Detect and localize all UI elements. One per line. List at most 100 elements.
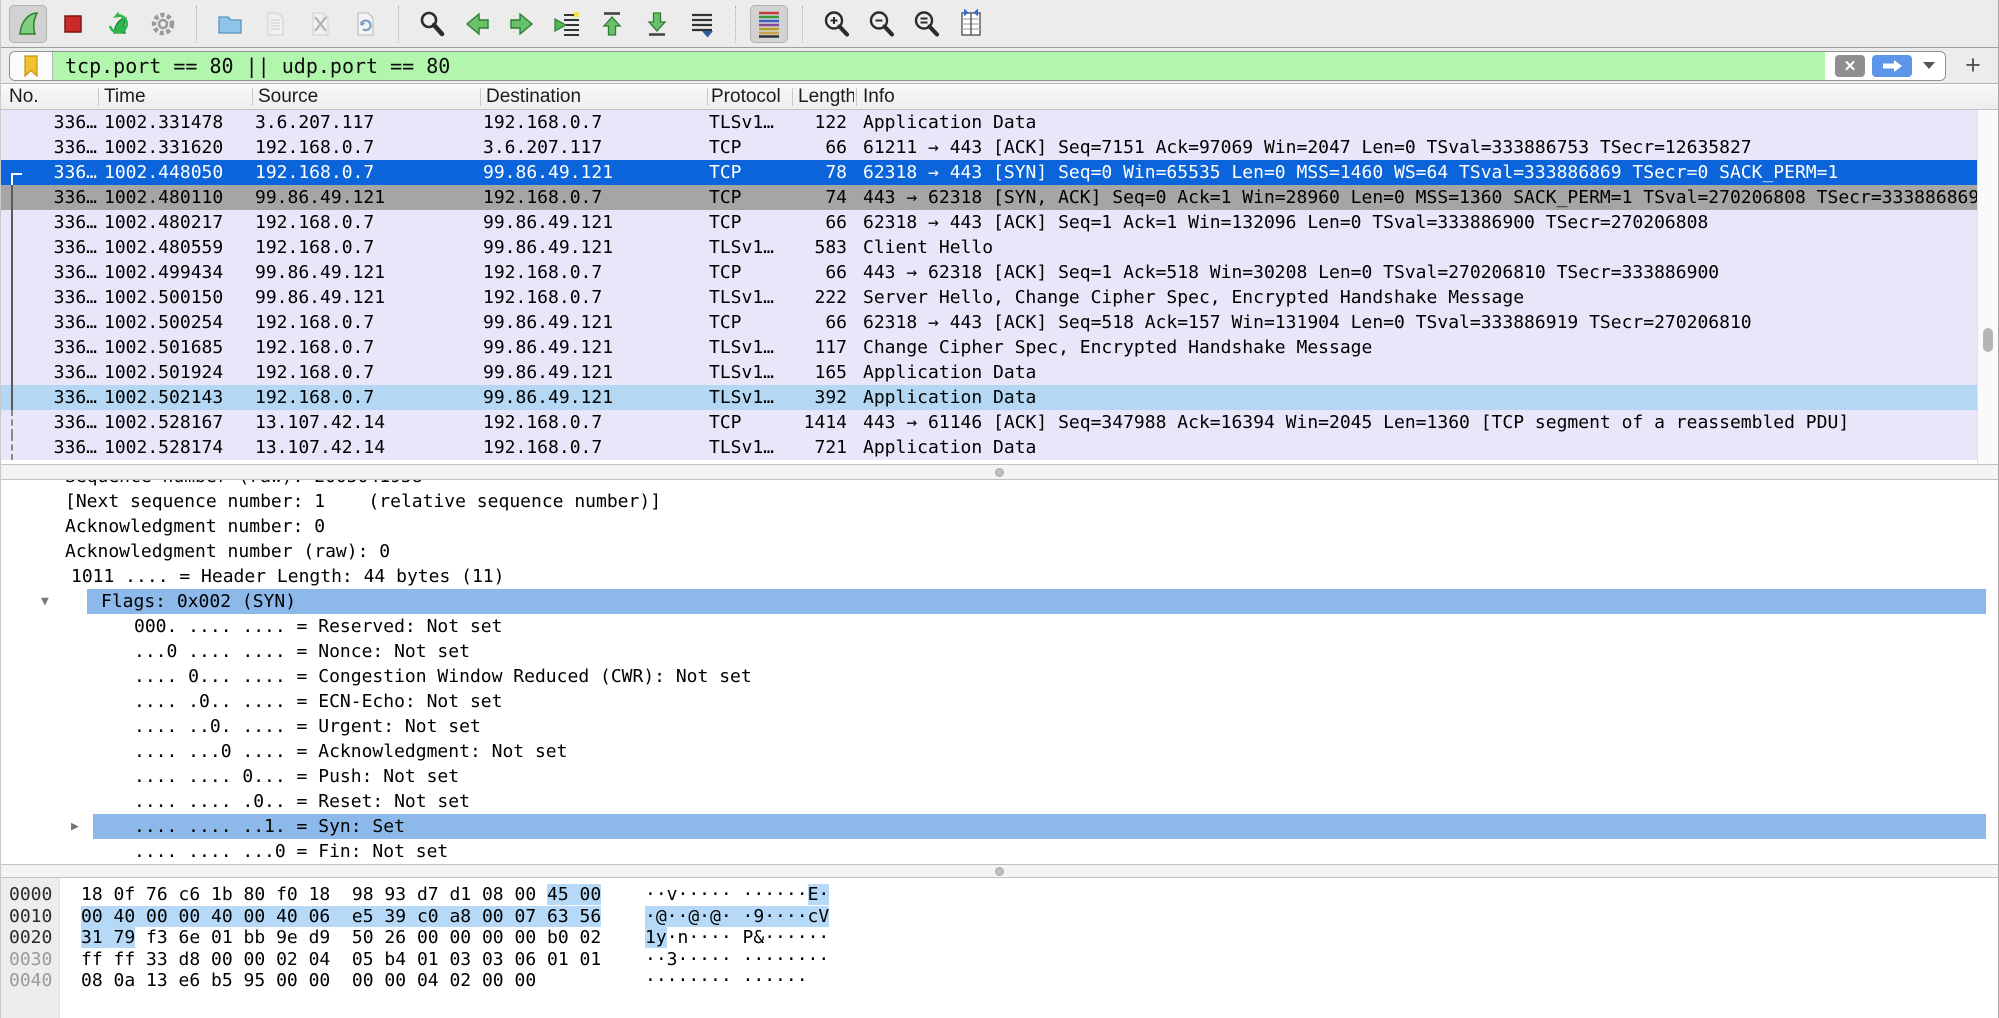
packet-protocol: TCP — [701, 312, 781, 333]
detail-tree-row[interactable]: 1011 .... = Header Length: 44 bytes (11) — [1, 564, 1998, 589]
filter-history-caret[interactable] — [1923, 62, 1935, 69]
packet-length: 66 — [781, 312, 847, 333]
column-header-no[interactable]: No. — [9, 85, 91, 109]
zoom-reset-button[interactable] — [907, 5, 945, 43]
packet-row[interactable]: 336…1002.501685192.168.0.799.86.49.121TL… — [1, 335, 1977, 360]
detail-tree-row[interactable]: Acknowledgment number (raw): 0 — [1, 539, 1998, 564]
ascii-bytes: ··3····· ········ — [645, 949, 829, 971]
packet-row[interactable]: 336…1002.480559192.168.0.799.86.49.121TL… — [1, 235, 1977, 260]
packet-row[interactable]: 336…1002.480217192.168.0.799.86.49.121TC… — [1, 210, 1977, 235]
packet-time: 1002.331620 — [97, 137, 247, 158]
conversation-gutter — [1, 335, 27, 360]
go-to-packet-button[interactable] — [548, 5, 586, 43]
capture-start-button[interactable] — [9, 5, 47, 43]
details-bytes-splitter[interactable] — [1, 864, 1998, 878]
column-separator[interactable] — [856, 88, 857, 106]
conversation-gutter — [1, 310, 27, 335]
detail-tree-row[interactable]: .... 0... .... = Congestion Window Reduc… — [1, 664, 1998, 689]
packet-row[interactable]: 336…1002.331620192.168.0.73.6.207.117TCP… — [1, 135, 1977, 160]
detail-tree-row[interactable]: ▶.... .... ..1. = Syn: Set — [1, 814, 1998, 839]
zoom-reset-icon — [911, 9, 941, 39]
packet-info: 443 → 62318 [ACK] Seq=1 Ack=518 Win=3020… — [847, 262, 1977, 283]
hex-row[interactable]: 002031 79 f3 6e 01 bb 9e d9 50 26 00 00 … — [1, 927, 1998, 949]
packet-row[interactable]: 336…1002.3314783.6.207.117192.168.0.7TLS… — [1, 110, 1977, 135]
column-separator[interactable] — [480, 88, 481, 106]
packet-list-scrollbar[interactable] — [1977, 110, 1998, 464]
detail-tree-row[interactable]: .... .0.. .... = ECN-Echo: Not set — [1, 689, 1998, 714]
hex-row[interactable]: 001000 40 00 00 40 00 40 06 e5 39 c0 a8 … — [1, 906, 1998, 928]
go-to-bottom-icon — [642, 9, 672, 39]
go-back-button[interactable] — [458, 5, 496, 43]
file-close-button[interactable] — [301, 5, 339, 43]
hex-row[interactable]: 0030ff ff 33 d8 00 00 02 04 05 b4 01 03 … — [1, 949, 1998, 971]
packet-row[interactable]: 336…1002.502143192.168.0.799.86.49.121TL… — [1, 385, 1977, 410]
detail-text: Flags: 0x002 (SYN) — [101, 589, 296, 614]
packet-row[interactable]: 336…1002.448050192.168.0.799.86.49.121TC… — [1, 160, 1977, 185]
zoom-in-button[interactable] — [817, 5, 855, 43]
packet-row[interactable]: 336…1002.50015099.86.49.121192.168.0.7TL… — [1, 285, 1977, 310]
detail-tree-row[interactable]: ...0 .... .... = Nonce: Not set — [1, 639, 1998, 664]
packet-number: 336… — [27, 162, 97, 183]
detail-tree-row[interactable]: .... ...0 .... = Acknowledgment: Not set — [1, 739, 1998, 764]
file-open-button[interactable] — [211, 5, 249, 43]
detail-tree-row[interactable]: .... .... ...0 = Fin: Not set — [1, 839, 1998, 864]
go-to-bottom-button[interactable] — [638, 5, 676, 43]
packet-row[interactable]: 336…1002.49943499.86.49.121192.168.0.7TC… — [1, 260, 1977, 285]
file-close-icon — [305, 9, 335, 39]
packet-destination: 99.86.49.121 — [475, 312, 701, 333]
colorize-button[interactable] — [750, 5, 788, 43]
packet-row[interactable]: 336…1002.52817413.107.42.14192.168.0.7TL… — [1, 435, 1977, 460]
filter-bookmark-button[interactable] — [10, 52, 53, 80]
column-header-length[interactable]: Length — [798, 85, 854, 109]
filter-apply-button[interactable] — [1872, 55, 1912, 77]
detail-tree-row[interactable]: .... .... .0.. = Reset: Not set — [1, 789, 1998, 814]
detail-tree-row[interactable]: [Next sequence number: 1 (relative seque… — [1, 489, 1998, 514]
column-header-protocol[interactable]: Protocol — [711, 85, 787, 109]
zoom-out-button[interactable] — [862, 5, 900, 43]
capture-stop-button[interactable] — [54, 5, 92, 43]
resize-columns-button[interactable] — [952, 5, 990, 43]
detail-tree-row[interactable]: Sequence number (raw): 2005041958 — [1, 480, 1998, 489]
packet-row[interactable]: 336…1002.500254192.168.0.799.86.49.121TC… — [1, 310, 1977, 335]
expand-open-icon[interactable]: ▼ — [41, 589, 49, 614]
packet-row[interactable]: 336…1002.48011099.86.49.121192.168.0.7TC… — [1, 185, 1977, 210]
detail-tree-row[interactable]: ▼ Flags: 0x002 (SYN) — [1, 589, 1998, 614]
file-save-button[interactable] — [256, 5, 294, 43]
list-details-splitter[interactable] — [1, 464, 1998, 480]
column-header-time[interactable]: Time — [104, 85, 244, 109]
column-separator[interactable] — [707, 88, 708, 106]
reload-button[interactable] — [346, 5, 384, 43]
expand-closed-icon[interactable]: ▶ — [71, 814, 79, 839]
conversation-gutter — [1, 385, 27, 410]
go-forward-button[interactable] — [503, 5, 541, 43]
filter-clear-button[interactable]: ✕ — [1835, 55, 1865, 77]
add-filter-button[interactable]: + — [1956, 51, 1990, 81]
packet-row[interactable]: 336…1002.52816713.107.42.14192.168.0.7TC… — [1, 410, 1977, 435]
detail-tree-row[interactable]: .... ..0. .... = Urgent: Not set — [1, 714, 1998, 739]
detail-tree-row[interactable]: Acknowledgment number: 0 — [1, 514, 1998, 539]
packet-time: 1002.331478 — [97, 112, 247, 133]
detail-tree-row[interactable]: .... .... 0... = Push: Not set — [1, 764, 1998, 789]
capture-options-button[interactable] — [144, 5, 182, 43]
go-forward-icon — [507, 9, 537, 39]
column-header-source[interactable]: Source — [258, 85, 472, 109]
capture-restart-button[interactable] — [99, 5, 137, 43]
hex-row[interactable]: 000018 0f 76 c6 1b 80 f0 18 98 93 d7 d1 … — [1, 884, 1998, 906]
hex-row[interactable]: 004008 0a 13 e6 b5 95 00 00 00 00 04 02 … — [1, 970, 1998, 992]
hex-bytes: 18 0f 76 c6 1b 80 f0 18 98 93 d7 d1 08 0… — [81, 884, 601, 906]
auto-scroll-button[interactable] — [683, 5, 721, 43]
display-filter-input[interactable]: tcp.port == 80 || udp.port == 80 ✕ — [9, 51, 1946, 81]
column-header-info[interactable]: Info — [863, 85, 1163, 109]
column-separator[interactable] — [98, 88, 99, 106]
go-to-top-button[interactable] — [593, 5, 631, 43]
auto-scroll-icon — [687, 9, 717, 39]
column-separator[interactable] — [792, 88, 793, 106]
scrollbar-thumb[interactable] — [1983, 328, 1993, 352]
packet-number: 336… — [27, 312, 97, 333]
detail-tree-row[interactable]: 000. .... .... = Reserved: Not set — [1, 614, 1998, 639]
packet-row[interactable]: 336…1002.501924192.168.0.799.86.49.121TL… — [1, 360, 1977, 385]
column-separator[interactable] — [252, 88, 253, 106]
column-header-destination[interactable]: Destination — [486, 85, 698, 109]
filter-text[interactable]: tcp.port == 80 || udp.port == 80 — [53, 52, 1825, 80]
find-packet-button[interactable] — [413, 5, 451, 43]
